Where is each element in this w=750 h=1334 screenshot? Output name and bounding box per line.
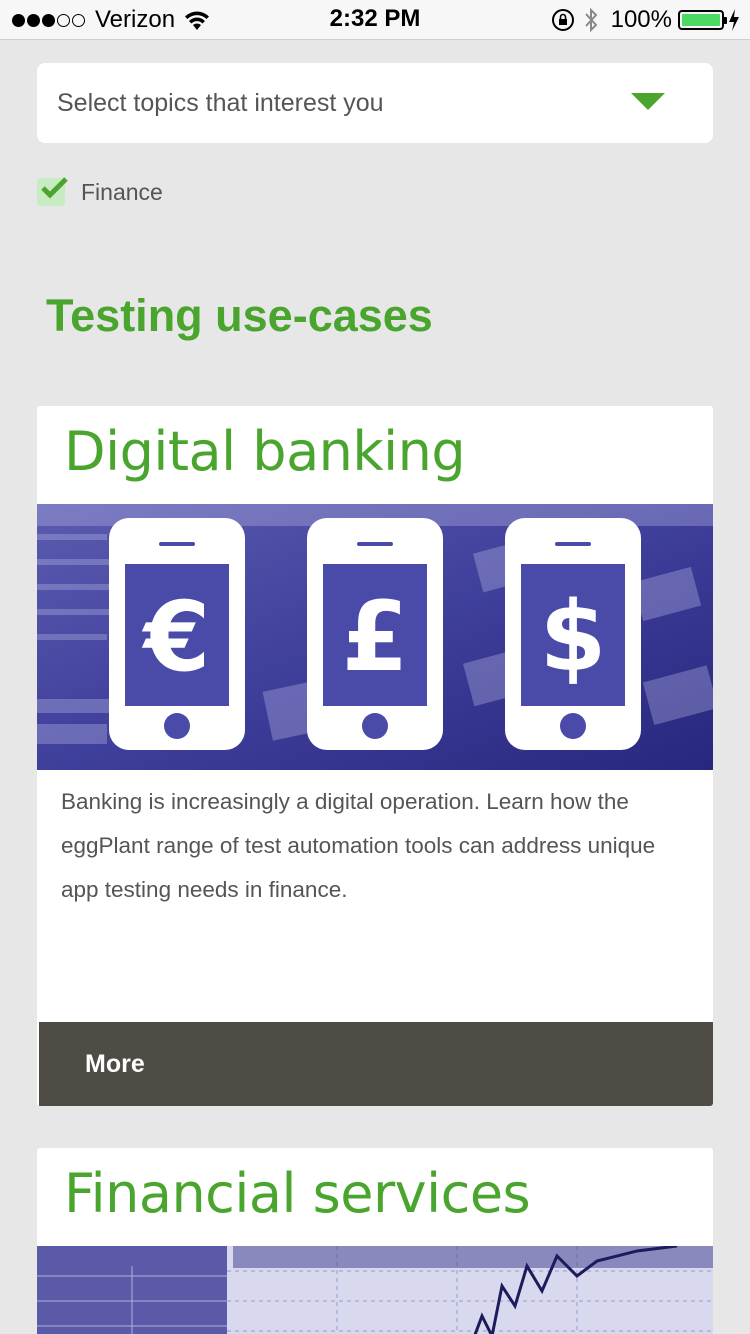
card-title: Digital banking [64,420,466,483]
more-button-label: More [85,1049,145,1078]
section-title: Testing use-cases [46,290,433,341]
finance-checkbox[interactable] [37,177,68,206]
card-financial-services: Financial services [37,1148,713,1334]
card-description: Banking is increasingly a digital operat… [61,789,656,902]
dollar-symbol: $ [540,581,607,693]
checkbox-label: Finance [81,178,163,205]
status-right: 100% [551,6,740,34]
rotation-lock-icon [551,9,574,31]
charging-icon [729,9,739,31]
bluetooth-icon [584,7,597,33]
digital-banking-image: € £ $ [37,504,713,770]
checkmark-icon [41,177,68,199]
chevron-down-icon[interactable] [631,93,665,110]
topic-filter-finance[interactable]: Finance [37,177,163,206]
pound-symbol: £ [342,581,409,693]
dropdown-label: Select topics that interest you [57,88,384,117]
euro-symbol: € [142,581,211,693]
battery-percent: 100% [610,6,672,33]
battery-icon [678,10,727,30]
topics-dropdown[interactable]: Select topics that interest you [37,63,713,143]
status-bar: Verizon 2:32 PM 100% [0,0,750,40]
card-digital-banking: Digital banking € £ $ Banking is increas… [37,406,713,1106]
more-button[interactable]: More [39,1022,713,1106]
card-title: Financial services [64,1162,531,1225]
financial-services-image [37,1246,713,1334]
